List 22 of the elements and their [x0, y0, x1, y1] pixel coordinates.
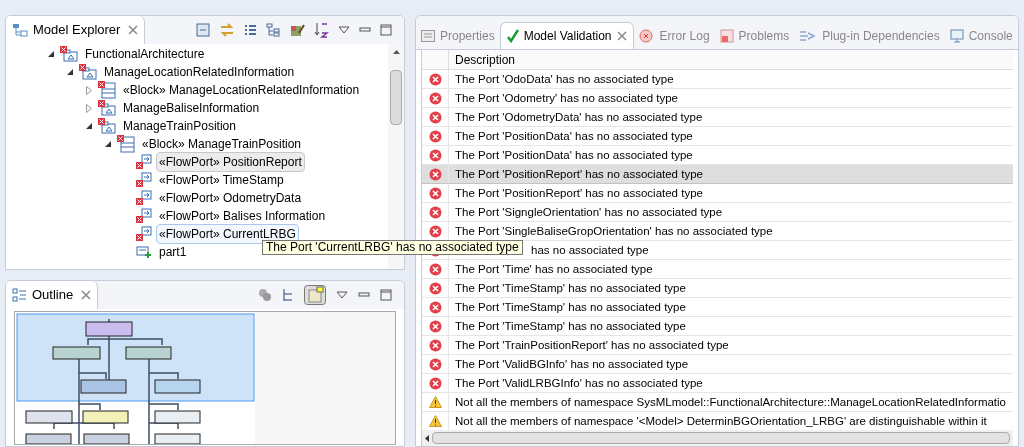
- table-cell-text: The Port 'OdoData' has no associated type: [454, 72, 674, 87]
- table-cell-text: The Port 'TrainPositionReport' has no associated type: [454, 338, 729, 353]
- tooltip: The Port 'CurrentLRBG' has no associated type: [262, 240, 523, 255]
- table-cell-text: The Port 'PositionReport' has no associated type: [454, 186, 703, 201]
- table-cell-text: The Port 'TimeStamp' has no associated type: [454, 300, 686, 315]
- table-cell-text: The Port 'TimeStamp' has no associated type: [454, 319, 686, 334]
- table-cell-text: The Port 'Time' has no associated type: [454, 262, 653, 277]
- table-cell-text: The Port 'Odometry' has no associated type: [454, 91, 678, 106]
- table-cell-text: The Port 'ValidBGInfo' has no associated type: [454, 357, 689, 372]
- table-cell-text: The Port 'PositionData' has no associated type: [454, 148, 693, 163]
- table-cell-text: The Port 'PositionReport' has no associated type: [454, 167, 703, 182]
- table-cell-text: The Port 'TimeStamp' has no associated type: [454, 281, 686, 296]
- table-cell-text: The Port 'OdometryData' has no associated type: [454, 110, 703, 125]
- table-cell-text: The Port 'SigngleOrientation' has no associated type: [454, 205, 723, 220]
- table-cell-text: Not all the members of namespace SysMLmodel::FunctionalArchitecture::ManageLocationRelatedInformatio: [454, 395, 1006, 410]
- table-cell-text: The Port 'SingleBaliseGropOrientation' has no associated type: [454, 224, 773, 239]
- table-cell-text: The Port 'PositionData' has no associated type: [454, 129, 693, 144]
- table-cell-text: has no associated type: [531, 243, 649, 258]
- panel-title: Model Explorer: [33, 21, 121, 40]
- table-cell-text: The Port 'ValidLRBGInfo' has no associated type: [454, 376, 703, 391]
- table-cell-text: Not all the members of namespace '<Model> DeterminBGOrientation_LRBG' are distinguishable within it: [454, 414, 987, 429]
- panel-title: Outline: [32, 286, 74, 305]
